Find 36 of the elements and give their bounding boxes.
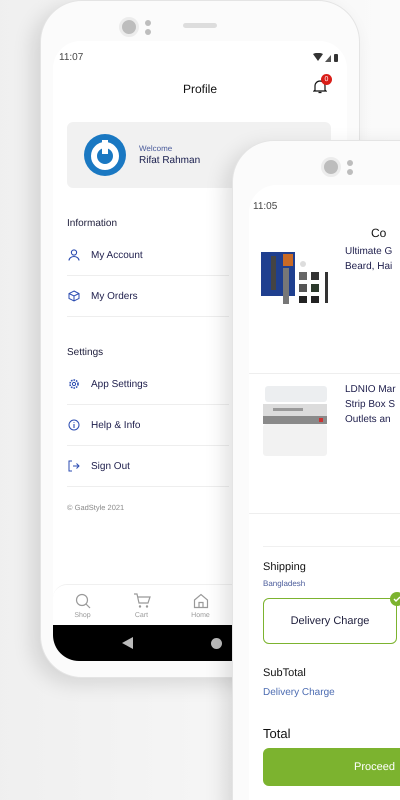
- back-icon[interactable]: [122, 637, 133, 649]
- menu-item[interactable]: Help & Info: [67, 405, 229, 446]
- menu-item[interactable]: My Account: [67, 235, 229, 276]
- status-icons: [313, 52, 339, 62]
- menu-item[interactable]: App Settings: [67, 364, 229, 405]
- total-label: Total: [263, 726, 292, 741]
- subtotal-value: Delivery Charge: [263, 687, 336, 698]
- delivery-option[interactable]: Delivery Charge: [263, 598, 397, 644]
- product-title[interactable]: Ultimate G Beard, Hai: [345, 244, 392, 274]
- welcome-label: Welcome: [139, 144, 174, 153]
- settings-icon: [68, 378, 80, 390]
- section-heading: Information: [67, 218, 118, 229]
- sign-out-icon: [68, 460, 80, 472]
- home-icon: [192, 593, 208, 609]
- home-button-icon[interactable]: [211, 638, 222, 648]
- screen-title: Profile: [182, 82, 217, 96]
- status-time: 11:05: [253, 201, 278, 212]
- front-camera-icon: [321, 157, 353, 177]
- menu-item[interactable]: My Orders: [67, 276, 229, 317]
- front-camera-icon: [119, 17, 151, 37]
- shipping-label: Shipping: [263, 561, 307, 573]
- shipping-country: Bangladesh: [263, 579, 306, 588]
- cart-icon: [132, 593, 150, 609]
- user-name: Rifat Rahman: [139, 155, 200, 166]
- box-icon: [68, 290, 80, 302]
- speaker-grille: [183, 23, 217, 28]
- screen-title: Co: [371, 226, 386, 240]
- subtotal-label: SubTotal: [263, 667, 307, 679]
- info-icon: [68, 419, 80, 431]
- section-heading: Settings: [67, 347, 104, 358]
- status-time: 11:07: [59, 52, 84, 63]
- search-icon: [74, 593, 90, 609]
- person-icon: [68, 249, 80, 261]
- power-logo-icon: [84, 134, 126, 176]
- product-title[interactable]: LDNIO Mar Strip Box S Outlets an: [345, 382, 396, 427]
- menu-item[interactable]: Sign Out: [67, 446, 229, 487]
